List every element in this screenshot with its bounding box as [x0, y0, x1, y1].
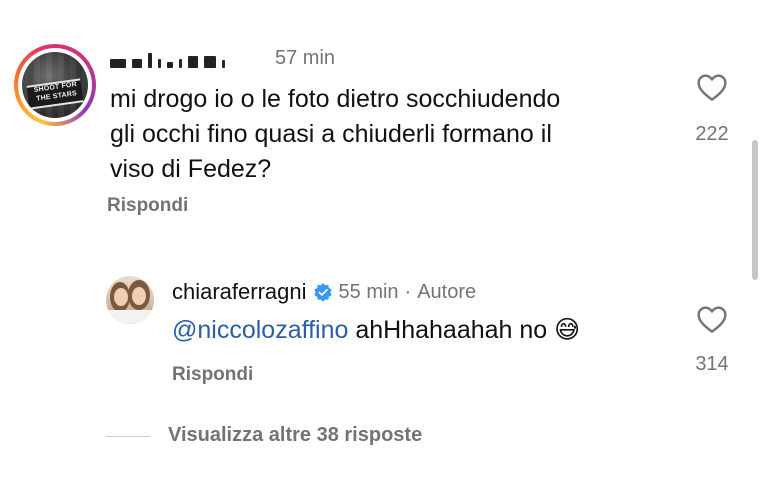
reply-username[interactable]: chiaraferragni	[172, 279, 307, 305]
author-badge: Autore	[417, 280, 477, 303]
reply-header: chiaraferragni 55 min · Autore	[172, 279, 476, 305]
comment-like-count: 222	[695, 123, 729, 145]
heart-icon[interactable]	[696, 304, 728, 334]
commenter-username-redacted[interactable]	[110, 50, 225, 68]
comment-line: viso di Fedez?	[110, 155, 272, 183]
view-more-replies-button[interactable]: Visualizza altre 38 risposte	[168, 424, 422, 447]
comment-time: 57 min	[275, 47, 336, 69]
sweat-smile-emoji: 😅	[554, 316, 581, 344]
reply-button[interactable]: Rispondi	[107, 195, 188, 217]
reply-time: 55 min	[338, 280, 399, 303]
replies-divider	[106, 436, 150, 437]
verified-badge-icon	[313, 283, 332, 302]
story-ring[interactable]: SHOOT FOR THE STARS	[14, 44, 96, 126]
comment-text: mi drogo io o le foto dietro socchiudend…	[110, 82, 560, 187]
reply-like-count: 314	[695, 353, 729, 375]
reply-avatar[interactable]	[106, 276, 154, 324]
comment-line: mi drogo io o le foto dietro socchiudend…	[110, 85, 561, 113]
heart-icon[interactable]	[696, 72, 728, 102]
meta-separator: ·	[404, 280, 412, 303]
mention-link[interactable]: @niccolozaffino	[172, 316, 348, 344]
reply-message: ahHhahaahah no	[348, 316, 555, 344]
commenter-avatar[interactable]: SHOOT FOR THE STARS	[22, 52, 88, 118]
reply-text: @niccolozaffino ahHhahaahah no 😅	[172, 313, 580, 348]
avatar-frame: SHOOT FOR THE STARS	[18, 48, 92, 122]
scrollbar[interactable]	[752, 140, 758, 280]
reply-button[interactable]: Rispondi	[172, 364, 253, 386]
comment-line: gli occhi fino quasi a chiuderli formano…	[110, 120, 552, 148]
